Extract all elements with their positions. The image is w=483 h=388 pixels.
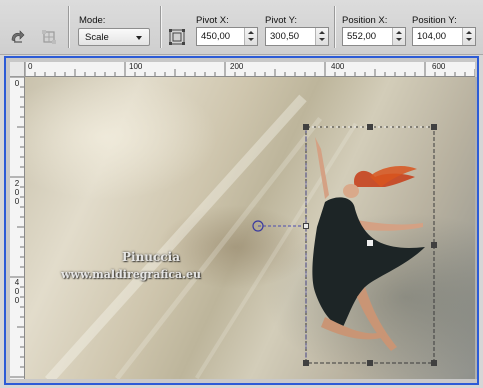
vertical-ruler: 0 2 0 0 4 0 0 [10,77,25,379]
pivot-x-field[interactable]: 450,00 [196,27,258,46]
chevron-down-icon [136,36,142,40]
canvas-image[interactable]: Pinuccia www.maldiregrafica.eu [25,77,475,379]
tool-options-bar: Mode: Scale Pivot X: 450,00 Pivot Y: 300… [0,0,483,55]
corner-handle-top-right[interactable] [431,124,437,130]
ruler-label: 0 [14,287,20,296]
position-x-label: Position X: [342,15,388,26]
edge-handle-right[interactable] [431,242,437,248]
ruler-label: 0 [28,62,33,71]
position-x-spinner[interactable] [392,28,405,45]
position-y-field[interactable]: 104,00 [412,27,476,46]
edge-handle-left[interactable] [303,223,309,229]
position-x-value: 552,00 [347,31,377,42]
image-window[interactable]: 0 100 200 400 600 0 2 0 0 4 0 0 Pinuccia… [4,56,479,385]
toolbar-separator [68,6,70,48]
toolbar-separator [334,6,336,48]
ruler-label: 100 [129,62,143,71]
ruler-label: 0 [14,197,20,206]
mode-label: Mode: [79,15,106,26]
ruler-label: 4 [14,278,20,287]
transform-box[interactable] [25,77,475,379]
position-y-label: Position Y: [412,15,457,26]
pivot-y-field[interactable]: 300,50 [265,27,329,46]
pivot-x-label: Pivot X: [196,15,229,26]
ruler-label: 200 [230,62,244,71]
position-x-field[interactable]: 552,00 [342,27,406,46]
ruler-label: 2 [14,179,20,188]
pivot-y-spinner[interactable] [315,28,328,45]
ruler-corner [10,62,25,77]
corner-handle-bottom-right[interactable] [431,360,437,366]
pivot-x-spinner[interactable] [244,28,257,45]
ruler-label: 0 [14,296,20,305]
position-y-value: 104,00 [417,31,447,42]
toolbar-separator [160,6,162,48]
mode-value: Scale [85,32,109,43]
ruler-label: 0 [14,188,20,197]
pivot-x-value: 450,00 [201,31,231,42]
edge-handle-bottom[interactable] [367,360,373,366]
reset-icon[interactable] [168,28,186,46]
pivot-y-value: 300,50 [270,31,300,42]
pick-tool-icon[interactable] [9,28,27,46]
position-y-spinner[interactable] [462,28,475,45]
watermark-url: www.maldiregrafica.eu [61,268,202,281]
mode-dropdown[interactable]: Scale [78,28,150,46]
vertical-scrollbar[interactable] [475,77,477,379]
ruler-label: 600 [432,62,446,71]
ruler-label: 0 [14,79,20,88]
corner-handle-top-left[interactable] [303,124,309,130]
pivot-handle[interactable] [367,240,373,246]
pivot-y-label: Pivot Y: [265,15,298,26]
watermark-name: Pinuccia [122,250,180,264]
horizontal-ruler: 0 100 200 400 600 [25,62,475,77]
corner-handle-bottom-left[interactable] [303,360,309,366]
edge-handle-top[interactable] [367,124,373,130]
transform-icon[interactable] [40,28,58,46]
ruler-label: 400 [331,62,345,71]
